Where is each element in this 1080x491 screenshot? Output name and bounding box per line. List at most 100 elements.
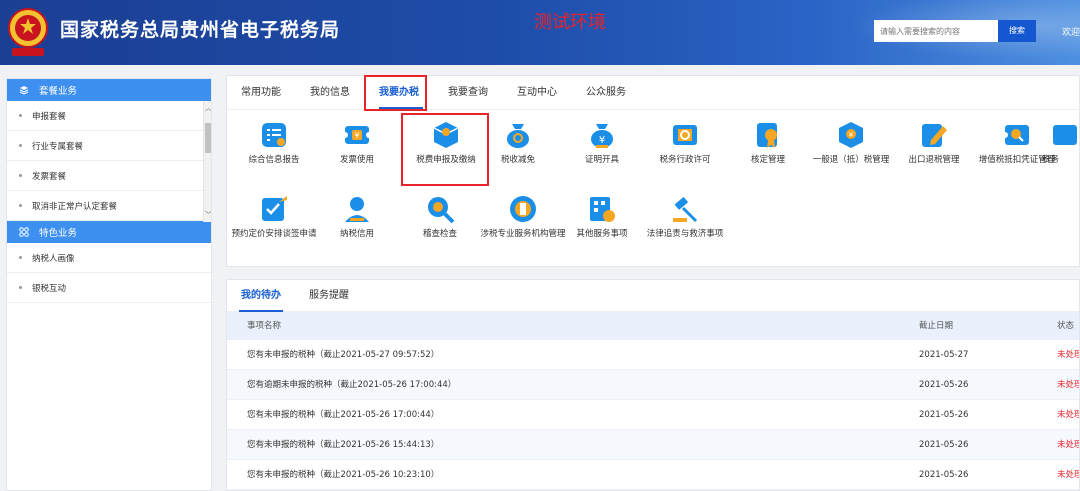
sidebar-item-label: 申报套餐 (32, 111, 67, 122)
bullet-icon (19, 174, 22, 177)
sidebar-group-package[interactable]: 套餐业务 (7, 79, 211, 101)
header: 国家税务总局贵州省电子税务局 测试环境 搜索 欢迎 (0, 0, 1080, 65)
func-label: 出口退税管理 (908, 155, 960, 165)
todo-item-status: 未处理 (1057, 350, 1080, 360)
sidebar-item-taxpayer-portrait[interactable]: 纳税人画像 (7, 243, 211, 273)
sidebar-item-bank-tax[interactable]: 银税互动 (7, 273, 211, 303)
func-label: 法律追责与救济事项 (646, 229, 724, 239)
tab-service-reminder[interactable]: 服务提醒 (309, 280, 349, 312)
func-label: 一般退（抵）税管理 (812, 155, 890, 165)
certificate-badge-icon (757, 123, 777, 148)
search-button[interactable]: 搜索 (998, 20, 1036, 42)
grid-icon (19, 227, 29, 237)
func-export-refund[interactable]: 出口退税管理 (887, 120, 981, 166)
svg-text:¥: ¥ (849, 131, 854, 139)
func-other-services[interactable]: 其他服务事项 (555, 194, 649, 240)
func-admin-license[interactable]: 税务行政许可 (638, 120, 732, 166)
sidebar-scrollbar[interactable]: ︿ ﹀ (203, 101, 211, 222)
tab-common[interactable]: 常用功能 (241, 76, 281, 110)
func-assessment[interactable]: 核定管理 (721, 120, 815, 166)
money-bag-icon: ¥ (591, 124, 613, 148)
todo-item-date: 2021-05-26 (919, 440, 969, 450)
func-certificate[interactable]: ¥ 证明开具 (555, 120, 649, 166)
license-search-icon (673, 125, 697, 145)
sidebar-group-title: 套餐业务 (39, 86, 78, 97)
table-row[interactable]: 您有未申报的税种（截止2021-05-26 17:00:44） 2021-05-… (227, 400, 1079, 430)
voucher-search-icon (1002, 125, 1029, 145)
sidebar-item-cancel-abnormal-package[interactable]: 取消非正常户认定套餐 (7, 191, 211, 221)
sidebar-group-title: 特色业务 (39, 228, 78, 239)
scroll-up-arrow-icon[interactable]: ︿ (204, 103, 211, 113)
tab-query[interactable]: 我要查询 (448, 76, 488, 110)
func-general-refund[interactable]: ¥ 一般退（抵）税管理 (804, 120, 898, 166)
func-more-truncated[interactable]: 税务 (1042, 120, 1080, 166)
tax-emblem-logo (8, 8, 48, 56)
table-header: 事项名称 截止日期 状态 (227, 312, 1079, 340)
report-list-icon (262, 123, 286, 147)
func-label: 其他服务事项 (576, 229, 628, 239)
func-invoice-use[interactable]: ¥ 发票使用 (310, 120, 404, 166)
func-label: 税务行政许可 (659, 155, 711, 165)
func-inspection[interactable]: 稽查检查 (393, 194, 487, 240)
sidebar-item-declare-package[interactable]: 申报套餐 (7, 101, 211, 131)
sidebar-item-label: 行业专属套餐 (32, 141, 84, 152)
scrollbar-thumb[interactable] (205, 123, 211, 153)
environment-label: 测试环境 (534, 12, 606, 33)
todo-item-name[interactable]: 您有未申报的税种（截止2021-05-27 09:57:52） (247, 340, 439, 370)
table-row[interactable]: 您有未申报的税种（截止2021-05-27 09:57:52） 2021-05-… (227, 340, 1079, 370)
func-label: 综合信息报告 (248, 155, 300, 165)
todo-item-name[interactable]: 您有未申报的税种（截止2021-05-26 10:23:10） (247, 460, 439, 490)
sidebar-item-invoice-package[interactable]: 发票套餐 (7, 161, 211, 191)
todo-item-status: 未处理 (1057, 380, 1080, 390)
site-title: 国家税务总局贵州省电子税务局 (60, 19, 341, 41)
todo-item-date: 2021-05-26 (919, 410, 969, 420)
func-tax-credit[interactable]: 纳税信用 (310, 194, 404, 240)
sidebar-group-featured[interactable]: 特色业务 (7, 221, 211, 243)
table-row[interactable]: 您有未申报的税种（截止2021-05-26 15:44:13） 2021-05-… (227, 430, 1079, 460)
tab-interaction[interactable]: 互动中心 (517, 76, 557, 110)
func-label: 发票使用 (339, 155, 374, 165)
func-comprehensive-report[interactable]: 综合信息报告 (227, 120, 321, 166)
sidebar-item-label: 银税互动 (32, 283, 67, 294)
todo-item-name[interactable]: 您有逾期未申报的税种（截止2021-05-26 17:00:44） (247, 370, 456, 400)
bullet-icon (19, 256, 22, 259)
service-org-icon (510, 196, 536, 222)
func-label: 预约定价安排谈签申请 (231, 229, 317, 239)
bullet-icon (19, 286, 22, 289)
func-legal-remedy[interactable]: 法律追责与救济事项 (638, 194, 732, 240)
bullet-icon (19, 144, 22, 147)
func-label: 稽查检查 (422, 229, 457, 239)
column-header-name: 事项名称 (247, 321, 282, 331)
tab-my-todo[interactable]: 我的待办 (241, 280, 281, 312)
user-icon (345, 197, 369, 222)
search-input[interactable] (874, 20, 998, 42)
truncated-icon (1053, 125, 1077, 145)
bullet-icon (19, 114, 22, 117)
edit-pencil-icon (922, 124, 947, 147)
service-tabs: 常用功能 我的信息 我要办税 我要查询 互动中心 公众服务 (227, 75, 1080, 111)
tab-my-info[interactable]: 我的信息 (310, 76, 350, 110)
todo-item-name[interactable]: 您有未申报的税种（截止2021-05-26 17:00:44） (247, 400, 439, 430)
column-header-status: 状态 (1057, 321, 1075, 331)
func-label: 税务 (1042, 155, 1060, 165)
sidebar-item-label: 发票套餐 (32, 171, 67, 182)
sidebar: 套餐业务 申报套餐 行业专属套餐 发票套餐 取消非正常户认定套餐 特色业务 纳税… (6, 78, 212, 491)
tab-public-service[interactable]: 公众服务 (586, 76, 626, 110)
todo-item-date: 2021-05-26 (919, 470, 969, 480)
table-row[interactable]: 您有未申报的税种（截止2021-05-26 10:23:10） 2021-05-… (227, 460, 1079, 490)
todo-item-status: 未处理 (1057, 470, 1080, 480)
todo-item-status: 未处理 (1057, 440, 1080, 450)
func-advance-pricing[interactable]: 预约定价安排谈签申请 (227, 194, 321, 240)
checklist-icon (262, 196, 287, 221)
building-check-icon (590, 197, 615, 222)
todo-item-name[interactable]: 您有未申报的税种（截止2021-05-26 15:44:13） (247, 430, 439, 460)
svg-text:¥: ¥ (599, 135, 605, 146)
sidebar-item-label: 取消非正常户认定套餐 (32, 201, 118, 212)
scroll-down-arrow-icon[interactable]: ﹀ (204, 210, 211, 220)
table-row[interactable]: 您有逾期未申报的税种（截止2021-05-26 17:00:44） 2021-0… (227, 370, 1079, 400)
sidebar-item-industry-package[interactable]: 行业专属套餐 (7, 131, 211, 161)
func-label: 纳税信用 (339, 229, 374, 239)
welcome-text: 欢迎 (1062, 28, 1080, 38)
gavel-icon (673, 197, 698, 223)
todo-panel: 我的待办 服务提醒 事项名称 截止日期 状态 您有未申报的税种（截止2021-0… (226, 279, 1080, 491)
